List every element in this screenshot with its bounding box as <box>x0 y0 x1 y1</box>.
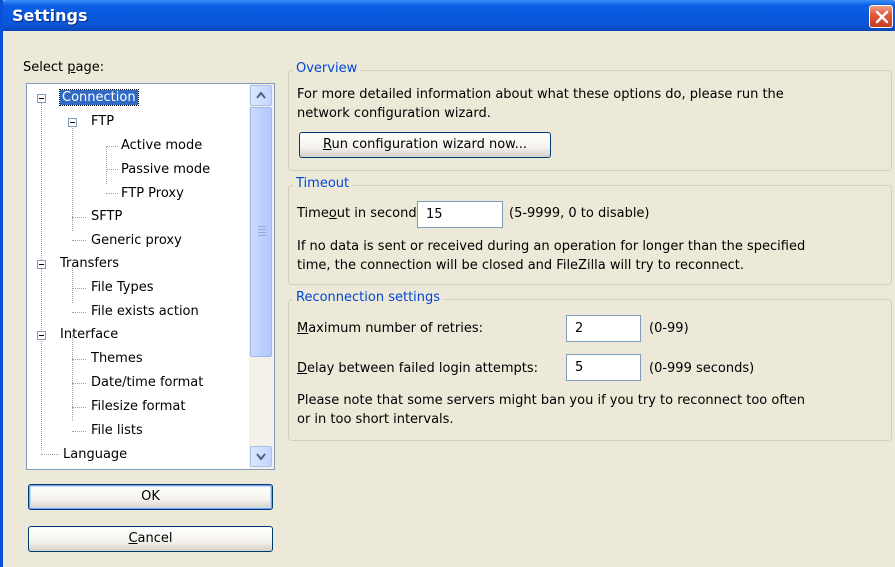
collapse-ftp-toggle[interactable] <box>68 118 77 127</box>
cancel-button[interactable]: Cancel <box>28 526 273 552</box>
ok-button[interactable]: OK <box>28 484 273 510</box>
timeout-title: Timeout <box>293 176 353 191</box>
login-delay-input[interactable]: 5 <box>566 354 641 381</box>
scroll-up-button[interactable] <box>250 85 272 106</box>
tree-item-themes[interactable]: Themes <box>91 349 143 369</box>
reconnection-note-line2: or in too short intervals. <box>297 412 454 427</box>
tree-item-file-lists[interactable]: File lists <box>91 421 143 441</box>
overview-title: Overview <box>293 61 361 76</box>
reconnection-title: Reconnection settings <box>293 290 444 305</box>
chevron-down-icon <box>256 453 266 461</box>
tree-item-transfers[interactable]: Transfers <box>60 254 119 274</box>
overview-text-line2: network configuration wizard. <box>297 106 491 121</box>
run-wizard-button[interactable]: Run configuration wizard now... <box>299 132 551 158</box>
collapse-interface-toggle[interactable] <box>37 331 46 340</box>
tree-item-generic-proxy[interactable]: Generic proxy <box>91 231 182 251</box>
timeout-label: Timeout in seconds: <box>297 206 428 221</box>
scroll-down-button[interactable] <box>250 446 272 467</box>
close-button[interactable] <box>869 5 893 28</box>
close-icon <box>875 10 889 24</box>
settings-dialog: Settings Select page: Connection FTP Act… <box>0 0 895 567</box>
reconnection-note-line1: Please note that some servers might ban … <box>297 393 806 408</box>
timeout-desc-line1: If no data is sent or received during an… <box>297 239 806 254</box>
chevron-up-icon <box>256 91 266 99</box>
tree-item-date-time-format[interactable]: Date/time format <box>91 373 203 393</box>
tree-item-ftp[interactable]: FTP <box>91 112 114 132</box>
tree-item-passive-mode[interactable]: Passive mode <box>121 160 210 180</box>
tree-item-file-exists-action[interactable]: File exists action <box>91 302 199 322</box>
tree-item-connection[interactable]: Connection <box>59 88 139 108</box>
tree-item-active-mode[interactable]: Active mode <box>121 136 202 156</box>
timeout-desc-line2: time, the connection will be closed and … <box>297 258 744 273</box>
tree-item-ftp-proxy[interactable]: FTP Proxy <box>121 184 184 204</box>
timeout-input[interactable]: 15 <box>417 201 503 228</box>
tree-item-file-types[interactable]: File Types <box>91 278 154 298</box>
tree-item-sftp[interactable]: SFTP <box>91 207 122 227</box>
timeout-hint: (5-9999, 0 to disable) <box>509 206 650 221</box>
login-delay-label: Delay between failed login attempts: <box>297 361 539 376</box>
window-title: Settings <box>12 6 88 25</box>
select-page-label: Select page: <box>23 60 105 75</box>
tree-scrollbar[interactable] <box>249 84 274 469</box>
tree-item-interface[interactable]: Interface <box>60 325 118 345</box>
max-retries-hint: (0-99) <box>649 321 689 336</box>
collapse-connection-toggle[interactable] <box>37 94 46 103</box>
title-bar: Settings <box>3 0 895 31</box>
max-retries-input[interactable]: 2 <box>566 315 641 342</box>
max-retries-label: Maximum number of retries: <box>297 321 483 336</box>
tree-item-language[interactable]: Language <box>63 445 127 465</box>
tree-item-filesize-format[interactable]: Filesize format <box>91 397 185 417</box>
login-delay-hint: (0-999 seconds) <box>649 361 755 376</box>
page-tree[interactable]: Connection FTP Active mode Passive mode … <box>26 83 275 470</box>
collapse-transfers-toggle[interactable] <box>37 260 46 269</box>
overview-text-line1: For more detailed information about what… <box>297 87 784 102</box>
scroll-thumb[interactable] <box>250 107 272 357</box>
